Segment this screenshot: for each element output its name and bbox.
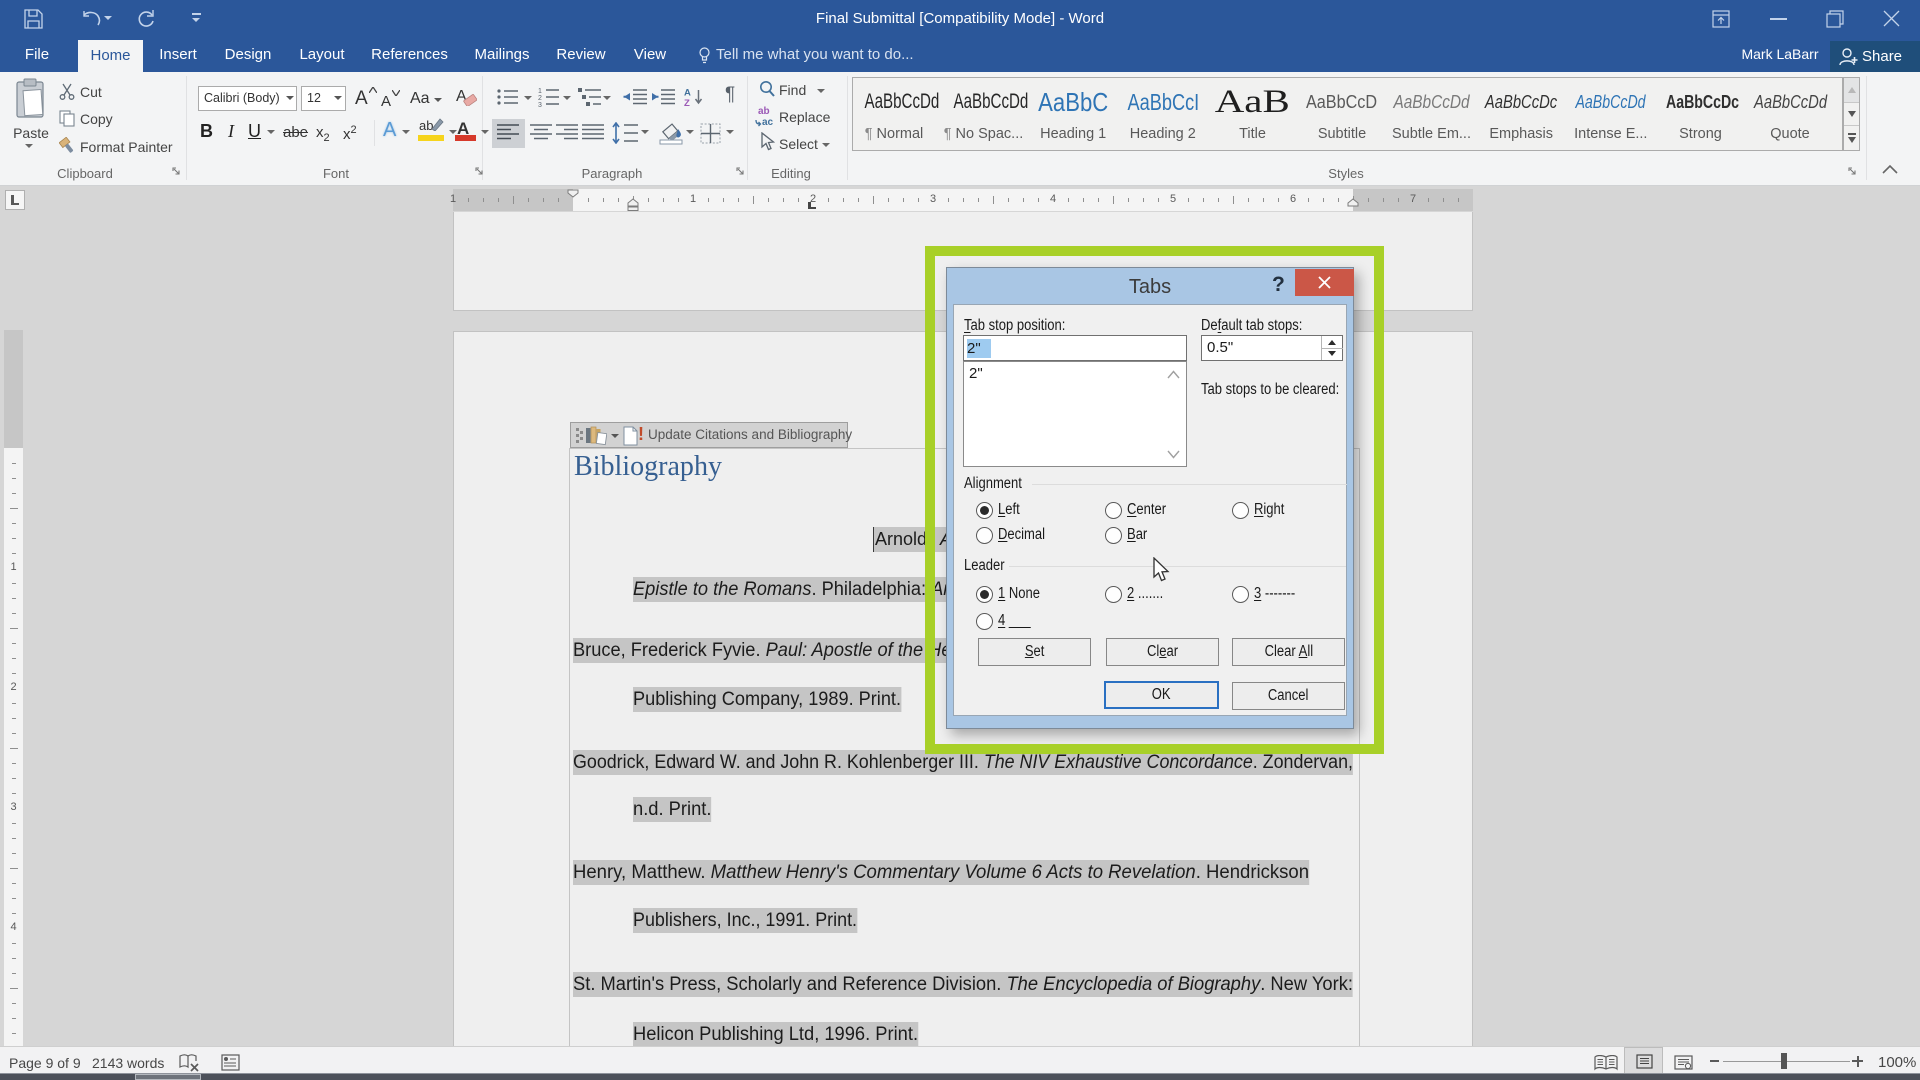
- svg-text:Z: Z: [684, 98, 690, 107]
- svg-text:3: 3: [538, 102, 542, 107]
- svg-text:2: 2: [538, 95, 542, 102]
- svg-text:ab: ab: [758, 106, 770, 117]
- svg-text:ac: ac: [762, 117, 774, 127]
- svg-text:1: 1: [538, 88, 542, 95]
- svg-text:A: A: [684, 88, 691, 99]
